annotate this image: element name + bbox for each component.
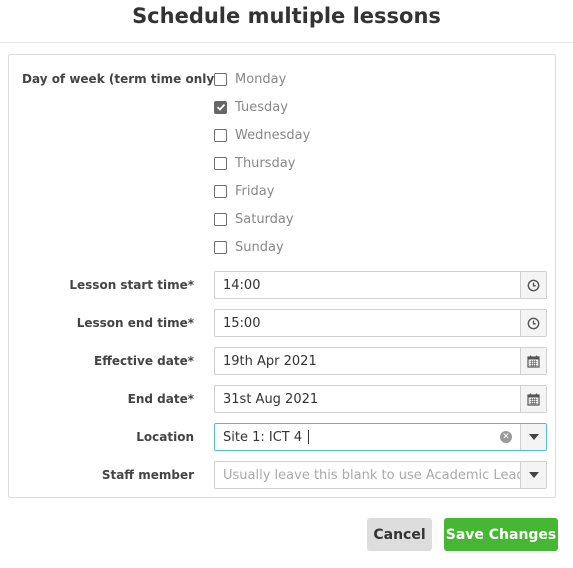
effective-date-picker-button[interactable] bbox=[520, 348, 546, 374]
checkbox-monday[interactable] bbox=[214, 72, 227, 86]
staff-member-placeholder[interactable]: Usually leave this blank to use Academic… bbox=[215, 468, 520, 483]
clock-icon bbox=[527, 279, 540, 291]
effective-date-label: Effective date* bbox=[94, 354, 194, 368]
calendar-icon bbox=[527, 355, 540, 368]
day-of-week-label: Day of week (term time only) bbox=[22, 72, 220, 86]
checkbox-wednesday[interactable] bbox=[214, 128, 227, 142]
end-time-field[interactable]: 15:00 bbox=[214, 309, 547, 337]
checkbox-thursday[interactable] bbox=[214, 156, 227, 170]
day-label-wednesday: Wednesday bbox=[235, 127, 311, 143]
end-date-value[interactable]: 31st Aug 2021 bbox=[215, 392, 520, 407]
location-select[interactable]: Site 1: ICT 4 ✕ bbox=[214, 423, 547, 451]
save-changes-button[interactable]: Save Changes bbox=[444, 518, 558, 551]
checkbox-friday[interactable] bbox=[214, 184, 227, 198]
chevron-down-icon bbox=[528, 472, 539, 478]
staff-member-select[interactable]: Usually leave this blank to use Academic… bbox=[214, 461, 547, 489]
day-label-monday: Monday bbox=[235, 71, 287, 87]
staff-member-dropdown-button[interactable] bbox=[520, 462, 546, 488]
day-option-saturday[interactable]: Saturday bbox=[214, 209, 294, 229]
clear-icon[interactable]: ✕ bbox=[500, 431, 512, 443]
checkbox-saturday[interactable] bbox=[214, 212, 227, 226]
day-option-sunday[interactable]: Sunday bbox=[214, 237, 284, 257]
cancel-button[interactable]: Cancel bbox=[367, 518, 432, 551]
day-label-thursday: Thursday bbox=[235, 155, 296, 171]
start-time-field[interactable]: 14:00 bbox=[214, 271, 547, 299]
day-label-saturday: Saturday bbox=[235, 211, 294, 227]
staff-member-label: Staff member bbox=[101, 468, 194, 482]
end-date-label: End date* bbox=[127, 392, 194, 406]
day-label-friday: Friday bbox=[235, 183, 275, 199]
day-label-sunday: Sunday bbox=[235, 239, 284, 255]
location-label: Location bbox=[136, 430, 194, 444]
day-label-tuesday: Tuesday bbox=[235, 99, 288, 115]
checkmark-icon bbox=[216, 103, 225, 111]
end-date-field[interactable]: 31st Aug 2021 bbox=[214, 385, 547, 413]
clock-icon bbox=[527, 317, 540, 329]
location-input[interactable]: Site 1: ICT 4 bbox=[215, 430, 500, 445]
effective-date-field[interactable]: 19th Apr 2021 bbox=[214, 347, 547, 375]
chevron-down-icon bbox=[528, 434, 539, 440]
location-value: Site 1: ICT 4 bbox=[223, 429, 303, 445]
end-time-label: Lesson end time* bbox=[76, 316, 194, 330]
calendar-icon bbox=[527, 393, 540, 406]
checkbox-sunday[interactable] bbox=[214, 240, 227, 254]
day-option-thursday[interactable]: Thursday bbox=[214, 153, 295, 173]
start-time-picker-button[interactable] bbox=[520, 272, 546, 298]
day-option-wednesday[interactable]: Wednesday bbox=[214, 125, 310, 145]
day-option-friday[interactable]: Friday bbox=[214, 181, 274, 201]
end-date-picker-button[interactable] bbox=[520, 386, 546, 412]
checkbox-tuesday[interactable] bbox=[214, 100, 227, 114]
location-dropdown-button[interactable] bbox=[520, 424, 546, 450]
day-option-monday[interactable]: Monday bbox=[214, 69, 286, 89]
text-caret bbox=[308, 430, 310, 444]
day-option-tuesday[interactable]: Tuesday bbox=[214, 97, 288, 117]
start-time-value[interactable]: 14:00 bbox=[215, 278, 520, 293]
effective-date-value[interactable]: 19th Apr 2021 bbox=[215, 354, 520, 369]
title-divider bbox=[0, 42, 573, 43]
end-time-picker-button[interactable] bbox=[520, 310, 546, 336]
end-time-value[interactable]: 15:00 bbox=[215, 316, 520, 331]
start-time-label: Lesson start time* bbox=[69, 278, 194, 292]
dialog-title: Schedule multiple lessons bbox=[132, 4, 441, 28]
